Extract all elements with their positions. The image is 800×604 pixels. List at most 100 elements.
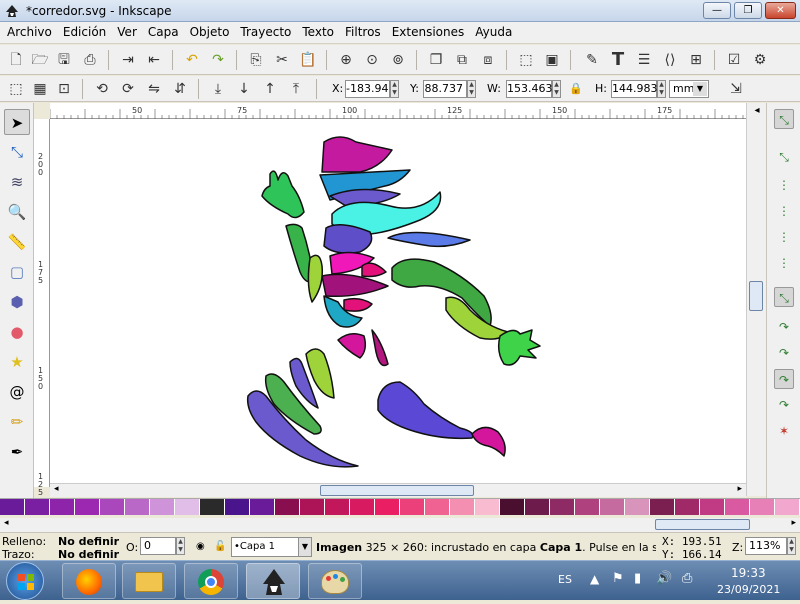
menu-trayecto[interactable]: Trayecto [233, 22, 295, 39]
w-spinner[interactable]: ▲ ▼ [552, 80, 561, 98]
maximize-button[interactable]: ❐ [734, 2, 762, 19]
menu-ver[interactable]: Ver [110, 22, 141, 39]
zoom-selection-icon[interactable]: ⊕ [336, 50, 356, 70]
taskbar-explorer[interactable] [122, 563, 176, 599]
h-spinner[interactable]: ▲ ▼ [657, 80, 666, 98]
clone-icon[interactable]: ⧉ [452, 50, 472, 70]
deselect-icon[interactable]: ⊡ [54, 79, 74, 99]
layer-select[interactable]: •Capa 1 [231, 537, 299, 557]
clock-date[interactable]: 23/09/2021 [717, 583, 780, 596]
palette-swatch[interactable] [250, 499, 275, 515]
palette-swatch[interactable] [625, 499, 650, 515]
rectangle-tool-icon[interactable]: ▢ [4, 259, 30, 285]
snap-cusp-nodes-icon[interactable]: ↷ [774, 369, 794, 389]
redo-icon[interactable]: ↷ [208, 50, 228, 70]
lower-icon[interactable]: ↓ [234, 79, 254, 99]
snap-path-intersection-icon[interactable]: ↷ [774, 343, 794, 363]
volume-icon[interactable]: 🔊 [656, 571, 672, 586]
text-font-icon[interactable]: T [608, 50, 628, 70]
pencil-tool-icon[interactable]: ✏ [4, 409, 30, 435]
palette-scroll-right-icon[interactable]: ▸ [791, 518, 796, 528]
spiral-tool-icon[interactable]: @ [4, 379, 30, 405]
zoom-page-icon[interactable]: ⊚ [388, 50, 408, 70]
palette-swatch[interactable] [700, 499, 725, 515]
layers-icon[interactable]: ☰ [634, 50, 654, 70]
xml-editor-icon[interactable]: ⟨⟩ [660, 50, 680, 70]
snap-path-icon[interactable]: ↷ [774, 317, 794, 337]
palette-swatch[interactable] [175, 499, 200, 515]
minimize-button[interactable]: — [703, 2, 731, 19]
palette-swatch[interactable] [775, 499, 800, 515]
palette-swatch[interactable] [425, 499, 450, 515]
tweak-tool-icon[interactable]: ≋ [4, 169, 30, 195]
pen-tool-icon[interactable]: ✒ [4, 439, 30, 465]
menu-texto[interactable]: Texto [295, 22, 338, 39]
zoom-drawing-icon[interactable]: ⊙ [362, 50, 382, 70]
3d-box-tool-icon[interactable]: ⬢ [4, 289, 30, 315]
flip-horizontal-icon[interactable]: ⇋ [144, 79, 164, 99]
ellipse-tool-icon[interactable]: ● [4, 319, 30, 345]
document-properties-icon[interactable]: ⚙ [750, 50, 770, 70]
palette-swatch[interactable] [275, 499, 300, 515]
rotate-cw-icon[interactable]: ⟳ [118, 79, 138, 99]
action-center-icon[interactable]: ⚑ [612, 571, 624, 586]
cut-icon[interactable]: ✂ [272, 50, 292, 70]
paste-icon[interactable]: 📋 [298, 50, 318, 70]
menu-extensiones[interactable]: Extensiones [385, 22, 469, 39]
palette-swatch[interactable] [525, 499, 550, 515]
lower-bottom-icon[interactable]: ⤓ [208, 79, 228, 99]
horizontal-scroll-thumb[interactable] [320, 485, 474, 496]
flip-vertical-icon[interactable]: ⇵ [170, 79, 190, 99]
palette-swatch[interactable] [450, 499, 475, 515]
clock-time[interactable]: 19:33 [731, 566, 766, 580]
star-tool-icon[interactable]: ★ [4, 349, 30, 375]
unit-select[interactable]: mm ▼ [669, 80, 709, 98]
vertical-scrollbar[interactable]: ◂ [746, 103, 766, 496]
palette-swatch[interactable] [0, 499, 25, 515]
palette-swatch[interactable] [575, 499, 600, 515]
scroll-up-icon[interactable]: ◂ [750, 105, 764, 119]
import-icon[interactable]: ⇥ [118, 50, 138, 70]
color-palette[interactable] [0, 498, 800, 518]
palette-swatch[interactable] [375, 499, 400, 515]
snap-bbox-edge-icon[interactable]: ⋮ [774, 175, 794, 195]
snap-nodes-icon[interactable]: ⤡ [774, 287, 794, 307]
scroll-right-icon[interactable]: ▸ [737, 484, 742, 494]
close-button[interactable]: ✕ [765, 2, 796, 19]
fill-stroke-icon[interactable]: ✎ [582, 50, 602, 70]
measure-tool-icon[interactable]: 📏 [4, 229, 30, 255]
new-icon[interactable]: 🗋 [6, 50, 26, 70]
menu-objeto[interactable]: Objeto [183, 22, 234, 39]
menu-archivo[interactable]: Archivo [0, 22, 56, 39]
y-input[interactable]: 88.737 [423, 80, 467, 98]
palette-swatch[interactable] [600, 499, 625, 515]
palette-swatch[interactable] [675, 499, 700, 515]
select-all-icon[interactable]: ⬚ [6, 79, 26, 99]
palette-scroll-left-icon[interactable]: ◂ [4, 518, 9, 528]
rotate-ccw-icon[interactable]: ⟲ [92, 79, 112, 99]
h-input[interactable]: 144.983 [611, 80, 658, 98]
taskbar-chrome[interactable] [184, 563, 238, 599]
palette-swatch[interactable] [25, 499, 50, 515]
w-input[interactable]: 153.463 [506, 80, 553, 98]
raise-icon[interactable]: ↑ [260, 79, 280, 99]
palette-swatch[interactable] [350, 499, 375, 515]
copy-icon[interactable]: ⎘ [246, 50, 266, 70]
group-icon[interactable]: ⬚ [516, 50, 536, 70]
undo-icon[interactable]: ↶ [182, 50, 202, 70]
snap-midpoint-icon[interactable]: ✶ [774, 421, 794, 441]
palette-swatch[interactable] [125, 499, 150, 515]
taskbar-inkscape[interactable] [246, 563, 300, 599]
language-indicator[interactable]: ES [558, 573, 572, 586]
x-spinner[interactable]: ▲ ▼ [390, 80, 399, 98]
palette-swatch[interactable] [750, 499, 775, 515]
palette-swatch[interactable] [100, 499, 125, 515]
open-icon[interactable]: 🗁 [30, 50, 50, 70]
vertical-scroll-thumb[interactable] [749, 281, 763, 311]
palette-swatch[interactable] [200, 499, 225, 515]
snap-enable-icon[interactable]: ⤡ [774, 109, 794, 129]
select-all-layers-icon[interactable]: ▦ [30, 79, 50, 99]
transform-options-icon[interactable]: ⇲ [726, 79, 746, 99]
lock-icon[interactable]: 🔒 [566, 79, 586, 99]
taskbar-firefox[interactable] [62, 563, 116, 599]
